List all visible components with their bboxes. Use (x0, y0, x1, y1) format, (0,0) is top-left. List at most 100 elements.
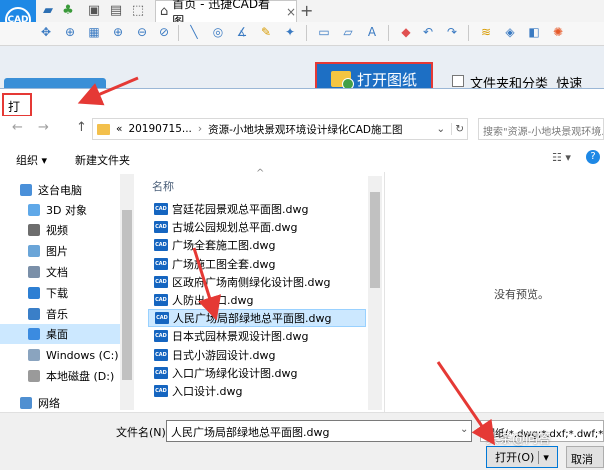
zoom-extents-icon[interactable]: ▦ (86, 24, 102, 40)
text-tool-icon[interactable]: A (364, 24, 380, 40)
file-row[interactable]: CAD 古城公园规划总平面.dwg (148, 218, 366, 236)
nav-item-icon (20, 184, 32, 196)
zoom-in-icon[interactable]: ⊕ (110, 24, 126, 40)
file-row[interactable]: CAD 广场施工图全套.dwg (148, 255, 366, 273)
file-name: 日本式园林景观设计图.dwg (172, 330, 309, 344)
nav-item-label: 3D 对象 (46, 204, 87, 217)
cad-file-icon: CAD (155, 312, 169, 325)
nav-item[interactable]: 桌面 (0, 324, 120, 344)
breadcrumb-segment[interactable]: 资源-小地块景观环境设计绿化CAD施工图 (208, 122, 402, 137)
line-tool-icon[interactable]: ╲ (186, 24, 202, 40)
toolbar-separator (388, 25, 389, 41)
filename-input[interactable]: 人民广场局部绿地总平面图.dwg (166, 420, 472, 442)
new-tab-button[interactable]: + (300, 1, 313, 20)
tab-close-icon[interactable]: × (286, 5, 296, 19)
measure-icon[interactable]: ◎ (210, 24, 226, 40)
chevron-down-icon[interactable]: ⌄ (460, 424, 468, 435)
preview-pane-text: 没有预览。 (494, 288, 549, 301)
nav-item[interactable]: 网络 (0, 393, 120, 413)
palm-tree-icon[interactable]: ♣ (60, 3, 76, 19)
file-row[interactable]: CAD 日本式园林景观设计图.dwg (148, 327, 366, 345)
file-name: 人民广场局部绿地总平面图.dwg (173, 312, 332, 326)
open-folder-icon[interactable]: ▰ (40, 3, 56, 19)
organize-button[interactable]: 组织 ▾ (16, 152, 47, 168)
cad-file-icon: CAD (154, 275, 168, 288)
preview-divider (384, 172, 385, 412)
layers-stack-icon[interactable]: ≋ (478, 24, 494, 40)
zoom-out-icon[interactable]: ⊖ (134, 24, 150, 40)
nav-item-label: 网络 (38, 397, 60, 410)
cad-file-icon: CAD (154, 239, 168, 252)
eraser-icon[interactable]: ◆ (398, 24, 414, 40)
refresh-icon[interactable]: ↻ (451, 123, 467, 135)
stamp-icon[interactable]: ✦ (282, 24, 298, 40)
folder-category-checkbox[interactable] (452, 75, 464, 87)
layer-icon[interactable]: ▱ (340, 24, 356, 40)
forward-icon[interactable]: → (38, 120, 49, 135)
rectangle-tool-icon[interactable]: ▭ (316, 24, 332, 40)
pencil-icon[interactable]: ✎ (258, 24, 274, 40)
search-input[interactable]: 搜索"资源-小地块景观环境..." (478, 118, 604, 140)
nav-item[interactable]: 音乐 (0, 304, 120, 324)
nav-item[interactable]: 文档 (0, 262, 120, 282)
file-row[interactable]: CAD 人民广场局部绿地总平面图.dwg (148, 309, 366, 328)
tab-home[interactable]: ⌂ 首页 - 迅捷CAD看图 × (155, 0, 297, 28)
column-header-name[interactable]: 名称 (152, 178, 174, 194)
zoom-window-icon[interactable]: ⊕ (62, 24, 78, 40)
toolbar-separator (468, 25, 469, 41)
nav-item-label: 桌面 (46, 328, 68, 341)
open-button[interactable]: 打开(O) ▾ (486, 446, 558, 468)
new-folder-button[interactable]: 新建文件夹 (75, 152, 130, 168)
file-name: 古城公园规划总平面.dwg (172, 221, 298, 235)
block-icon[interactable]: ◧ (526, 24, 542, 40)
nav-item[interactable]: 视频 (0, 220, 120, 240)
nav-item[interactable]: 图片 (0, 241, 120, 261)
nav-item-label: 音乐 (46, 308, 68, 321)
redo-icon[interactable]: ↷ (444, 24, 460, 40)
nav-item[interactable]: Windows (C:) (0, 345, 120, 365)
file-row[interactable]: CAD 区政府广场南侧绿化设计图.dwg (148, 273, 366, 291)
zoom-previous-icon[interactable]: ⊘ (156, 24, 172, 40)
view-options-icon[interactable]: ☷ ▾ (552, 151, 571, 164)
export-icon[interactable]: ⬚ (130, 3, 146, 19)
cancel-button[interactable]: 取消 (566, 446, 604, 468)
file-row[interactable]: CAD 宫廷花园景观总平面图.dwg (148, 200, 366, 218)
toolbar-separator (306, 25, 307, 41)
open-button-label: 打开(O) (495, 451, 535, 464)
file-name: 区政府广场南侧绿化设计图.dwg (172, 275, 331, 289)
up-folder-icon[interactable]: ↑ (76, 120, 87, 135)
open-split-icon[interactable]: ▾ (538, 450, 549, 464)
file-row[interactable]: CAD 入口设计.dwg (148, 382, 366, 400)
file-name: 入口设计.dwg (172, 385, 243, 398)
nav-item-icon (28, 224, 40, 236)
nav-item[interactable]: 这台电脑 (0, 180, 120, 200)
nav-scrollbar-thumb[interactable] (122, 210, 132, 380)
breadcrumb-segment[interactable]: 20190715... (128, 123, 191, 135)
back-icon[interactable]: ← (12, 120, 23, 135)
angle-icon[interactable]: ∡ (234, 24, 250, 40)
cad-file-icon: CAD (154, 385, 168, 397)
file-row[interactable]: CAD 日式小游园设计.dwg (148, 346, 366, 364)
color-wheel-icon[interactable]: ✺ (550, 24, 566, 40)
save-icon[interactable]: ▣ (86, 3, 102, 19)
file-row[interactable]: CAD 入口广场绿化设计图.dwg (148, 364, 366, 382)
nav-item[interactable]: 3D 对象 (0, 200, 120, 220)
cube-3d-icon[interactable]: ◈ (502, 24, 518, 40)
breadcrumb-separator: › (197, 123, 203, 135)
address-bar[interactable]: « 20190715... › 资源-小地块景观环境设计绿化CAD施工图 ⌄ ↻ (92, 118, 468, 140)
print-icon[interactable]: ▤ (108, 3, 124, 19)
files-scrollbar-thumb[interactable] (370, 192, 380, 288)
nav-item[interactable]: 本地磁盘 (D:) (0, 366, 120, 386)
chevron-down-icon[interactable]: ⌄ (436, 123, 445, 135)
nav-item-icon (28, 308, 40, 320)
nav-item-label: 视频 (46, 224, 68, 237)
file-row[interactable]: CAD 人防出入口.dwg (148, 291, 366, 309)
file-name: 广场全套施工图.dwg (172, 239, 276, 253)
nav-item[interactable]: 下载 (0, 283, 120, 303)
home-icon: ⌂ (160, 4, 169, 19)
undo-icon[interactable]: ↶ (420, 24, 436, 40)
cad-file-icon: CAD (154, 366, 168, 379)
file-row[interactable]: CAD 广场全套施工图.dwg (148, 236, 366, 254)
help-icon[interactable]: ? (586, 150, 600, 164)
pan-icon[interactable]: ✥ (38, 24, 54, 40)
